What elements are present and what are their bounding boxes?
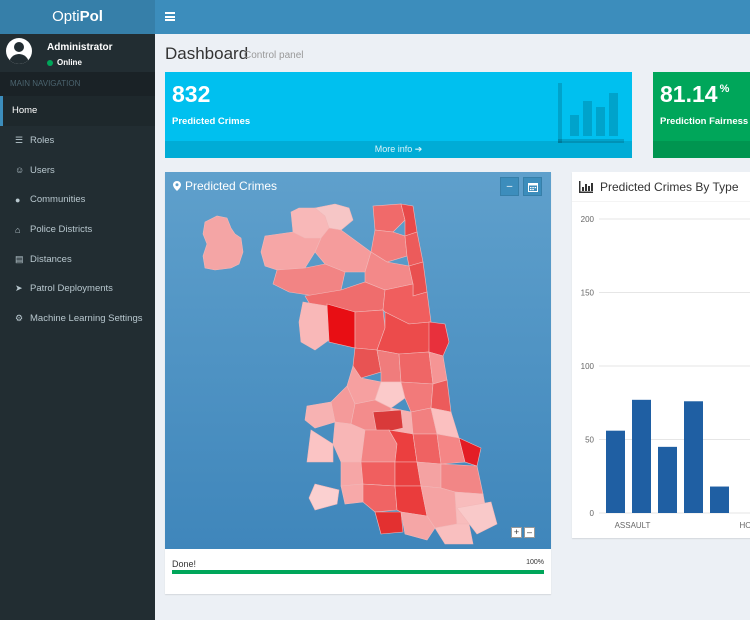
sidebar-item-label: Distances [30,253,72,265]
list-icon: ☰ [15,135,24,146]
map-region [360,461,396,487]
brand-logo[interactable]: OptiPol [0,0,155,34]
sidebar-item-machine-learning-settings[interactable]: ⚙ Machine Learning Settings [0,304,155,334]
map-region [372,203,406,233]
x-tick-label: ASSAULT [615,521,651,530]
sidebar-item-label: Communities [30,194,86,206]
map-region [202,215,244,271]
map-region [304,401,336,429]
top-navbar [155,0,750,34]
map-region [404,231,424,267]
map-region [308,483,340,511]
map-region [374,511,404,535]
y-tick-label: 150 [581,289,595,298]
map-title: Predicted Crimes [173,179,277,193]
map-marker-icon [173,181,181,191]
sidebar-item-police-districts[interactable]: ⌂ Police Districts [0,215,155,245]
page-subtitle: Control panel [244,50,304,61]
progress-bar [172,570,544,574]
predicted-crimes-value: 832 [172,81,211,107]
predicted-crimes-label: Predicted Crimes [172,116,251,127]
sidebar-item-label: Roles [30,135,55,147]
avatar [6,38,32,64]
bar [710,486,729,513]
map-marker-icon: ● [15,194,21,205]
crimes-by-type-box: Predicted Crimes By Type 0 50 100 150 200 ASS… [572,172,750,538]
predicted-crimes-box: 832 Predicted Crimes More info ➔ [165,72,632,158]
collapse-button[interactable]: – [500,177,519,196]
map-region [434,523,474,545]
sidebar-item-patrol-deployments[interactable]: ➤ Patrol Deployments [0,274,155,304]
calendar-icon [527,183,538,192]
crime-map[interactable]: Predicted Crimes – + – [165,172,551,549]
bar-chart-icon [558,83,624,143]
zoom-in-button[interactable]: + [511,527,522,538]
user-status: Online [47,58,82,67]
map-region [412,433,442,465]
map-region [398,351,434,385]
nav-list: Home ☰ Roles ☺ Users ● Communities ⌂ Police Dist… [0,96,155,334]
prediction-fairness-box: 81.14% Prediction Fairness [653,72,750,158]
map-region [298,301,330,351]
map-region [332,421,366,463]
map-region [360,483,398,513]
users-icon: ☺ [15,165,25,176]
map-region [376,349,402,383]
map-region [340,461,364,487]
fairness-footer[interactable] [653,141,750,158]
map-region [400,381,434,413]
y-tick-label: 0 [590,509,595,518]
progress-fill [172,570,544,574]
cog-icon: ⚙ [15,313,24,324]
bank-icon: ⌂ [15,224,21,235]
map-region [306,429,334,463]
date-range-button[interactable] [523,177,542,196]
progress-label: Done! [172,559,197,569]
nav-header: MAIN NAVIGATION [0,72,155,96]
sidebar-item-label: Police Districts [30,224,93,236]
bar-chart: 0 50 100 150 200 ASSAULT HOMICIDE [581,215,750,530]
user-name: Administrator [47,42,113,53]
map-icon: ▤ [15,253,24,264]
map-region [394,461,422,487]
map-region [416,461,442,489]
sidebar-item-label: Home [12,105,38,117]
page-title: Dashboard [165,44,249,63]
prediction-fairness-value: 81.14% [660,81,730,107]
map-region [430,379,452,413]
x-tick-label: HOMICIDE [740,521,750,530]
y-tick-label: 200 [581,215,595,224]
sidebar-item-label: Machine Learning Settings [30,313,143,325]
y-tick-label: 50 [585,436,594,445]
user-panel: Administrator Online [0,34,155,72]
map-region [340,483,364,505]
predicted-crimes-map-box: Predicted Crimes – + – Done! 100% [165,172,551,594]
sidebar-item-distances[interactable]: ▤ Distances [0,244,155,274]
progress-percent: 100% [526,559,544,566]
minus-icon: – [506,181,513,192]
map-region [326,303,356,349]
sidebar-item-users[interactable]: ☺ Users [0,155,155,185]
sidebar-item-label: Patrol Deployments [30,283,113,295]
bar [684,401,703,513]
sidebar-item-roles[interactable]: ☰ Roles [0,126,155,156]
location-arrow-icon: ➤ [15,283,23,294]
sidebar-item-home[interactable]: Home [0,96,155,126]
bar [632,399,651,513]
sidebar-item-label: Users [30,164,55,176]
sidebar-item-communities[interactable]: ● Communities [0,185,155,215]
online-dot-icon [47,59,53,66]
bar [606,430,625,513]
sidebar-toggle-icon[interactable] [165,12,175,21]
map-region [260,231,322,271]
more-info-link[interactable]: More info ➔ [165,141,632,158]
sidebar: OptiPol Administrator Online MAIN NAVIGA… [0,0,155,620]
zoom-out-button[interactable]: – [524,527,535,538]
map-region [428,321,450,357]
choropleth-map[interactable] [165,172,551,549]
y-tick-label: 100 [581,362,595,371]
prediction-fairness-label: Prediction Fairness [660,116,749,127]
bar [658,446,677,513]
